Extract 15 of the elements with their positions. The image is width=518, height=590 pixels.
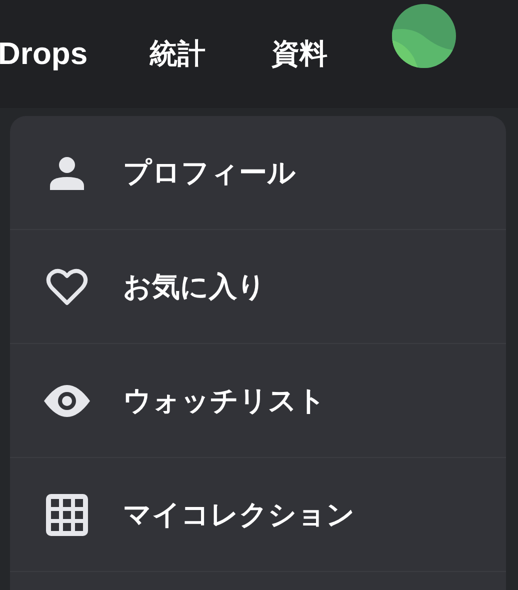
eye-icon <box>44 384 90 416</box>
menu-item[interactable]: お気に入り <box>10 230 506 344</box>
nav-link[interactable]: Drops <box>0 36 88 72</box>
heart-icon <box>46 268 88 306</box>
menu-label: お気に入り <box>123 268 266 304</box>
menu-label: プロフィール <box>123 154 296 190</box>
menu-item[interactable]: ウォッチリスト <box>10 344 506 458</box>
menu-item[interactable]: プロフィール <box>10 116 506 230</box>
nav-link[interactable]: 資料 <box>272 35 328 73</box>
person-icon <box>48 156 84 190</box>
grid-icon <box>46 494 88 536</box>
menu-label: マイコレクション <box>123 496 355 532</box>
menu-label: ウォッチリスト <box>123 382 326 418</box>
menu-item[interactable]: マイコレクション <box>10 458 506 572</box>
nav-link[interactable]: 統計 <box>150 35 206 73</box>
